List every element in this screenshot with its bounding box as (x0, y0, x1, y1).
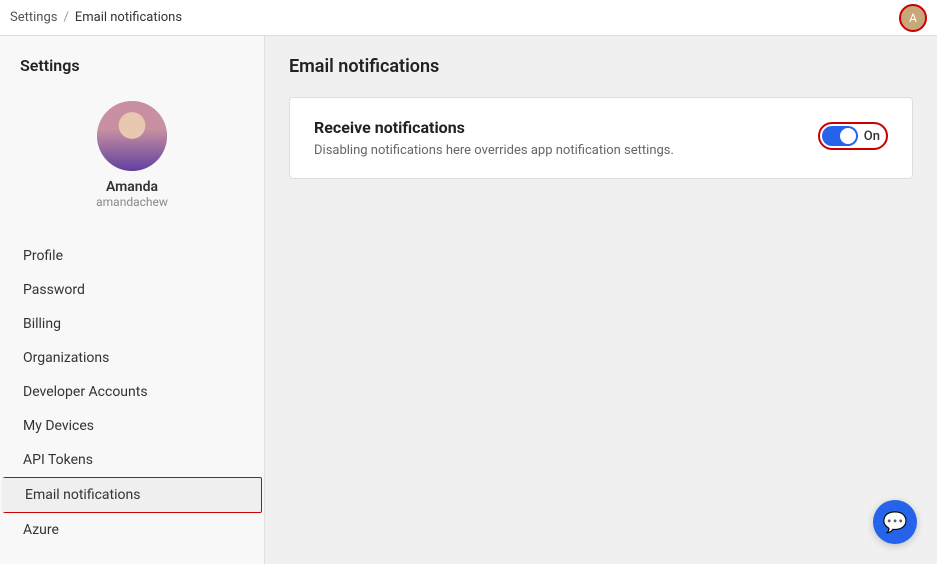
user-name: Amanda (106, 179, 158, 195)
toggle-label: On (864, 129, 880, 144)
nav-list: Profile Password Billing Organizations D… (0, 239, 264, 547)
sidebar-item-api-tokens[interactable]: API Tokens (0, 443, 264, 477)
breadcrumb-separator: / (63, 10, 68, 25)
sidebar-item-password[interactable]: Password (0, 273, 264, 307)
avatar-image (97, 101, 167, 171)
topbar-avatar[interactable]: A (899, 4, 927, 32)
breadcrumb-current: Email notifications (75, 10, 182, 25)
sidebar-title: Settings (0, 56, 264, 91)
sidebar-item-billing[interactable]: Billing (0, 307, 264, 341)
page-title: Email notifications (289, 56, 913, 77)
sidebar: Settings Amanda amandachew Profile Passw… (0, 36, 265, 564)
notification-card: Receive notifications Disabling notifica… (289, 97, 913, 179)
toggle-wrapper[interactable]: On (818, 122, 888, 150)
sidebar-item-my-devices[interactable]: My Devices (0, 409, 264, 443)
user-section: Amanda amandachew (0, 91, 264, 229)
main-content: Email notifications Receive notification… (265, 36, 937, 564)
notif-card-right: On (818, 122, 888, 150)
layout: Settings Amanda amandachew Profile Passw… (0, 36, 937, 564)
sidebar-item-organizations[interactable]: Organizations (0, 341, 264, 375)
sidebar-item-profile[interactable]: Profile (0, 239, 264, 273)
sidebar-item-azure[interactable]: Azure (0, 513, 264, 547)
sidebar-item-email-notifications[interactable]: Email notifications (2, 477, 262, 513)
toggle-thumb (840, 128, 856, 144)
chat-icon: 💬 (883, 510, 908, 534)
toggle-track[interactable] (822, 126, 858, 146)
chat-bubble-button[interactable]: 💬 (873, 500, 917, 544)
breadcrumb-root[interactable]: Settings (10, 10, 57, 25)
notif-card-description: Disabling notifications here overrides a… (314, 143, 674, 158)
notif-card-left: Receive notifications Disabling notifica… (314, 118, 674, 158)
sidebar-item-developer-accounts[interactable]: Developer Accounts (0, 375, 264, 409)
user-handle: amandachew (96, 195, 168, 209)
topbar: Settings / Email notifications A (0, 0, 937, 36)
avatar (97, 101, 167, 171)
breadcrumb: Settings / Email notifications (10, 10, 182, 25)
notif-card-title: Receive notifications (314, 118, 674, 137)
